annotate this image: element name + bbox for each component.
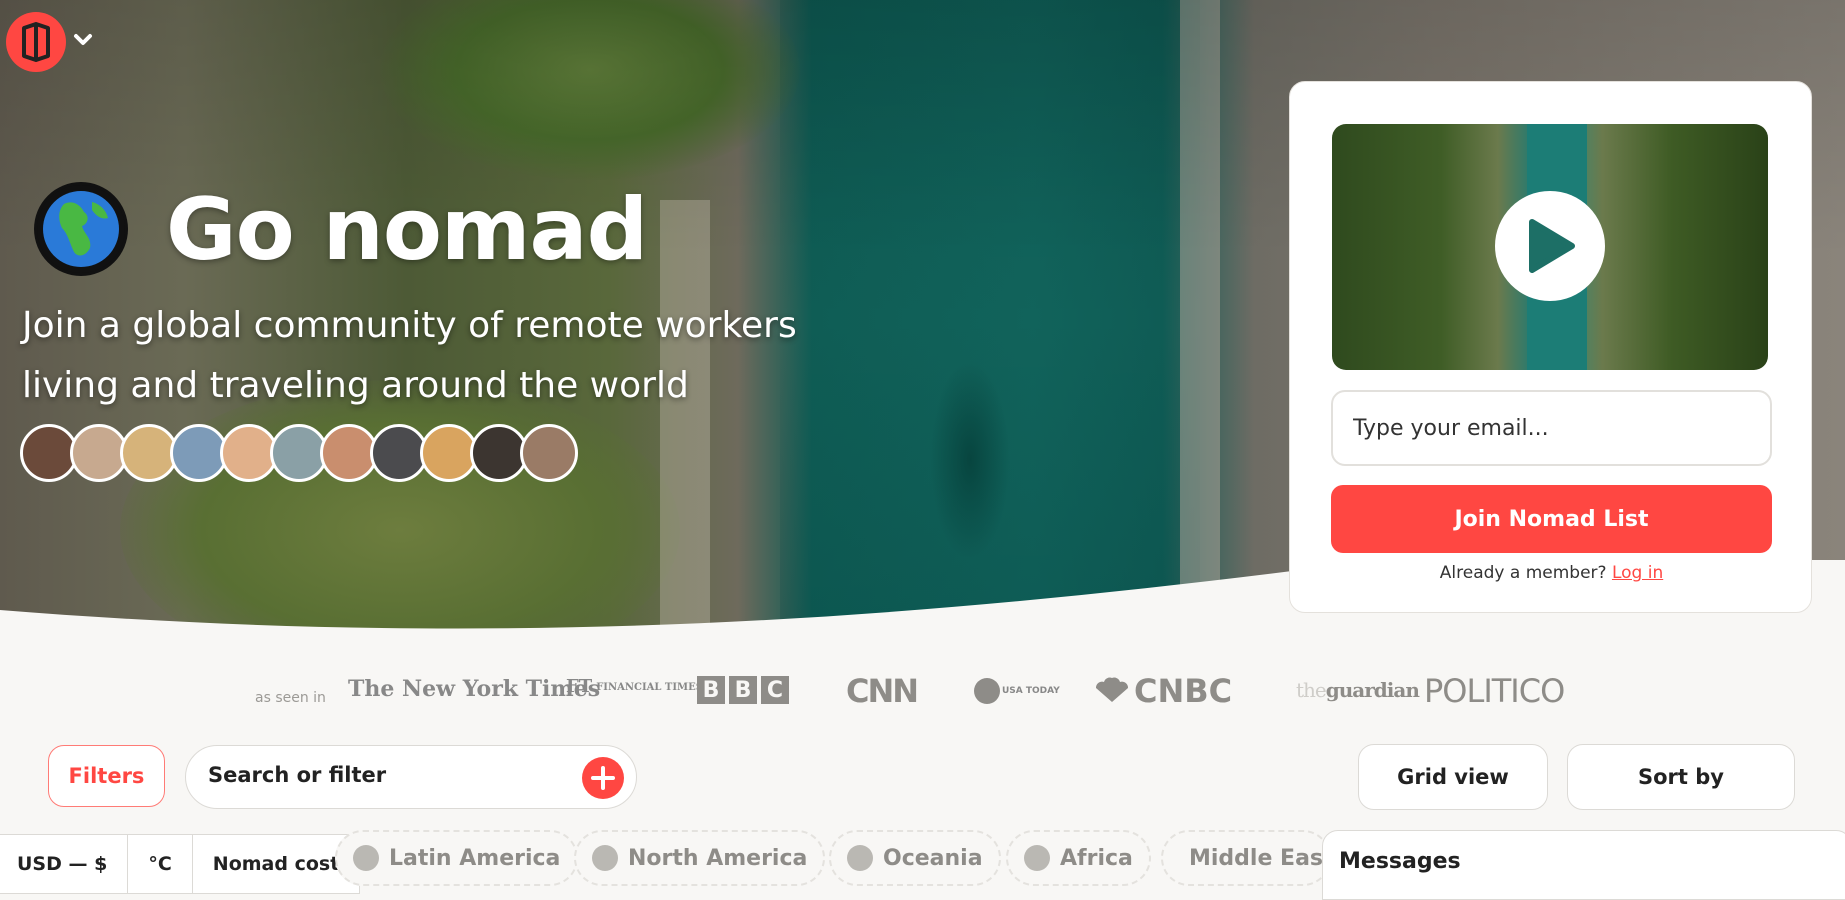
member-prompt-text: Already a member? bbox=[1439, 563, 1607, 583]
region-africa[interactable]: Africa bbox=[1006, 830, 1151, 886]
login-link[interactable]: Log in bbox=[1612, 563, 1663, 583]
cnn-logo: CNN bbox=[846, 672, 919, 710]
oceania-icon bbox=[847, 845, 873, 871]
usa-today-dot-icon bbox=[974, 678, 1000, 704]
nomad-logo[interactable] bbox=[6, 12, 66, 72]
page-title: Go nomad bbox=[166, 180, 648, 280]
temperature-toggle[interactable]: °C bbox=[128, 835, 193, 893]
region-north-america[interactable]: North America bbox=[574, 830, 826, 886]
cnbc-logo: CNBC bbox=[1090, 672, 1232, 710]
ft-wordmark: FINANCIAL TIMES bbox=[596, 681, 703, 693]
messages-title: Messages bbox=[1339, 849, 1461, 874]
filters-button[interactable]: Filters bbox=[48, 745, 165, 807]
search-input[interactable]: Search or filter bbox=[185, 745, 637, 809]
member-prompt: Already a member? Log in bbox=[1290, 563, 1813, 583]
units-bar: USD — $ °C Nomad cost bbox=[0, 834, 361, 894]
cost-selector[interactable]: Nomad cost bbox=[193, 835, 360, 893]
region-middle-east[interactable]: Middle East bbox=[1161, 830, 1331, 886]
add-filter-button[interactable] bbox=[582, 757, 624, 799]
region-label: Oceania bbox=[883, 845, 983, 871]
sort-by-button[interactable]: Sort by bbox=[1567, 744, 1795, 810]
press-label: as seen in bbox=[255, 690, 326, 706]
latin-america-icon bbox=[353, 845, 379, 871]
peacock-icon bbox=[1095, 677, 1129, 702]
usa-today-logo: USA TODAY bbox=[974, 678, 1060, 704]
press-bar: as seen in The New York Times FT FINANCIA… bbox=[0, 672, 1845, 724]
grid-view-button[interactable]: Grid view bbox=[1358, 744, 1548, 810]
region-label: Latin America bbox=[389, 845, 561, 871]
region-label: North America bbox=[628, 845, 808, 871]
globe-icon bbox=[34, 182, 128, 276]
intro-video[interactable] bbox=[1332, 124, 1768, 370]
nyt-logo: The New York Times bbox=[348, 676, 601, 702]
globe-africa-icon bbox=[1024, 845, 1050, 871]
hero-subtitle: Join a global community of remote worker… bbox=[22, 305, 797, 406]
ft-logo: FT FINANCIAL TIMES bbox=[566, 676, 703, 697]
cnbc-wordmark: CNBC bbox=[1134, 672, 1233, 710]
currency-selector[interactable]: USD — $ bbox=[0, 835, 129, 893]
play-button[interactable] bbox=[1495, 191, 1605, 301]
politico-logo: POLITICO bbox=[1424, 672, 1565, 710]
play-icon bbox=[1529, 219, 1575, 273]
chevron-down-icon[interactable] bbox=[72, 30, 94, 50]
bbc-letter: B bbox=[729, 676, 757, 704]
ft-mark: FT bbox=[566, 676, 593, 697]
bbc-logo: B B C bbox=[697, 676, 789, 704]
guardian-wordmark: guardian bbox=[1325, 678, 1420, 702]
logo-mark-icon bbox=[22, 22, 50, 62]
region-oceania[interactable]: Oceania bbox=[829, 830, 1001, 886]
bbc-letter: C bbox=[761, 676, 789, 704]
guardian-logo: theguardian bbox=[1296, 678, 1420, 702]
plus-icon bbox=[591, 766, 615, 790]
messages-panel[interactable]: Messages bbox=[1322, 830, 1845, 900]
bbc-letter: B bbox=[697, 676, 725, 704]
globe-americas-icon bbox=[592, 845, 618, 871]
search-placeholder: Search or filter bbox=[208, 763, 387, 787]
signup-card: Join Nomad List Already a member? Log in bbox=[1289, 81, 1812, 613]
region-latin-america[interactable]: Latin America bbox=[335, 830, 579, 886]
region-label: Africa bbox=[1060, 845, 1133, 871]
guardian-prefix: the bbox=[1296, 678, 1327, 702]
avatar bbox=[520, 424, 578, 482]
region-label: Middle East bbox=[1189, 845, 1331, 871]
email-field[interactable] bbox=[1331, 390, 1772, 466]
member-avatars bbox=[20, 424, 578, 482]
join-button[interactable]: Join Nomad List bbox=[1331, 485, 1772, 553]
usa-today-wordmark: USA TODAY bbox=[1002, 685, 1060, 696]
